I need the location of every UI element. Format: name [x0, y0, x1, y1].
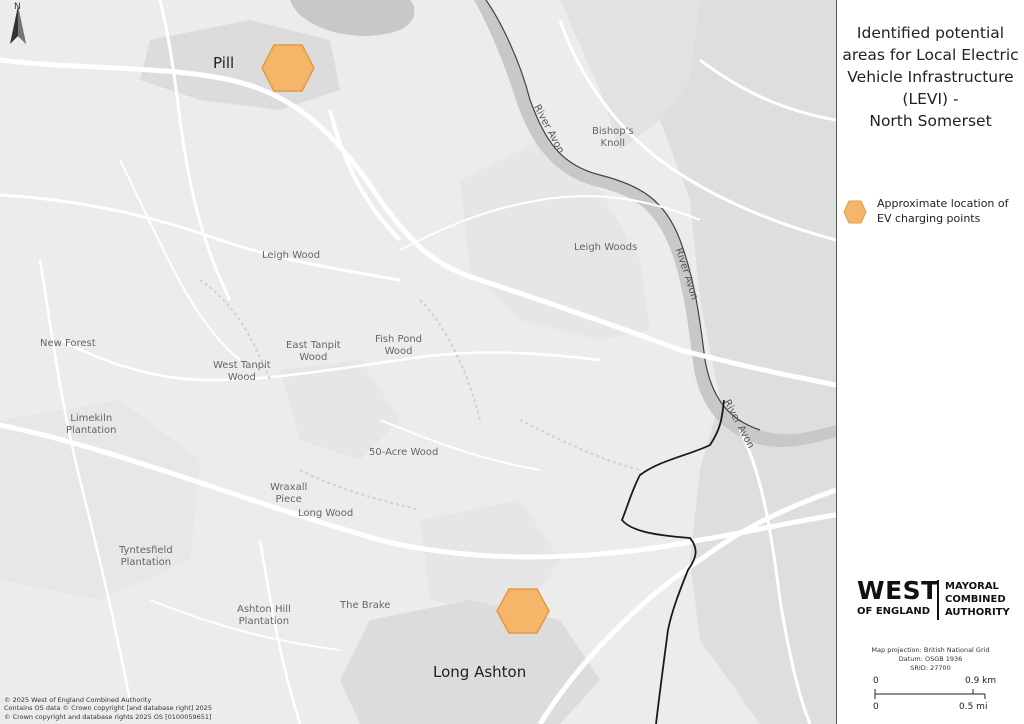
projection-info: Map projection: British National Grid Da… [871, 646, 990, 672]
place-ashton-hill: Ashton Hill Plantation [237, 604, 291, 627]
place-wraxall-piece: Wraxall Piece [270, 482, 308, 505]
scale-km-start: 0 [873, 676, 879, 686]
side-panel: Identified potential areas for Local Ele… [837, 0, 1024, 724]
ev-marker-pill[interactable] [261, 44, 315, 92]
place-tyntesfield: Tyntesfield Plantation [119, 545, 173, 568]
place-leigh-wood: Leigh Wood [262, 250, 321, 261]
place-the-brake: The Brake [340, 600, 391, 611]
scale-mi-end: 0.5 mi [959, 702, 988, 712]
place-east-tanpit: East Tanpit Wood [286, 340, 341, 363]
town-label-long-ashton: Long Ashton [433, 663, 527, 681]
scale-mi-start: 0 [873, 702, 879, 712]
place-leigh-woods: Leigh Woods [574, 242, 638, 253]
scale-km-end: 0.9 km [965, 676, 997, 686]
place-long-wood: Long Wood [298, 508, 354, 519]
attribution: © 2025 West of England Combined Authorit… [4, 695, 212, 721]
place-limekiln: Limekiln Plantation [66, 413, 117, 436]
basemap [0, 0, 836, 724]
place-new-forest: New Forest [40, 338, 96, 349]
place-west-tanpit: West Tanpit Wood [213, 360, 271, 383]
map-title: Identified potential areas for Local Ele… [842, 24, 1019, 130]
scale-bar: 0 0.9 km 0 0.5 mi [873, 676, 1023, 716]
weca-logo: WEST OF ENGLAND MAYORAL COMBINED AUTHORI… [857, 576, 1010, 620]
place-fifty-acre-wood: 50-Acre Wood [369, 447, 439, 458]
legend-label: Approximate location of EV charging poin… [877, 197, 1009, 225]
place-bishops-knoll: Bishop's Knoll [592, 126, 634, 149]
ev-marker-long-ashton[interactable] [496, 588, 550, 634]
north-label: N [14, 2, 21, 12]
hexagon-marker-icon [843, 200, 867, 224]
place-fish-pond: Fish Pond Wood [375, 334, 423, 357]
map-area[interactable]: N Pill Long Ashton Leigh Wood New Forest… [0, 0, 837, 724]
town-label-pill: Pill [213, 54, 235, 72]
